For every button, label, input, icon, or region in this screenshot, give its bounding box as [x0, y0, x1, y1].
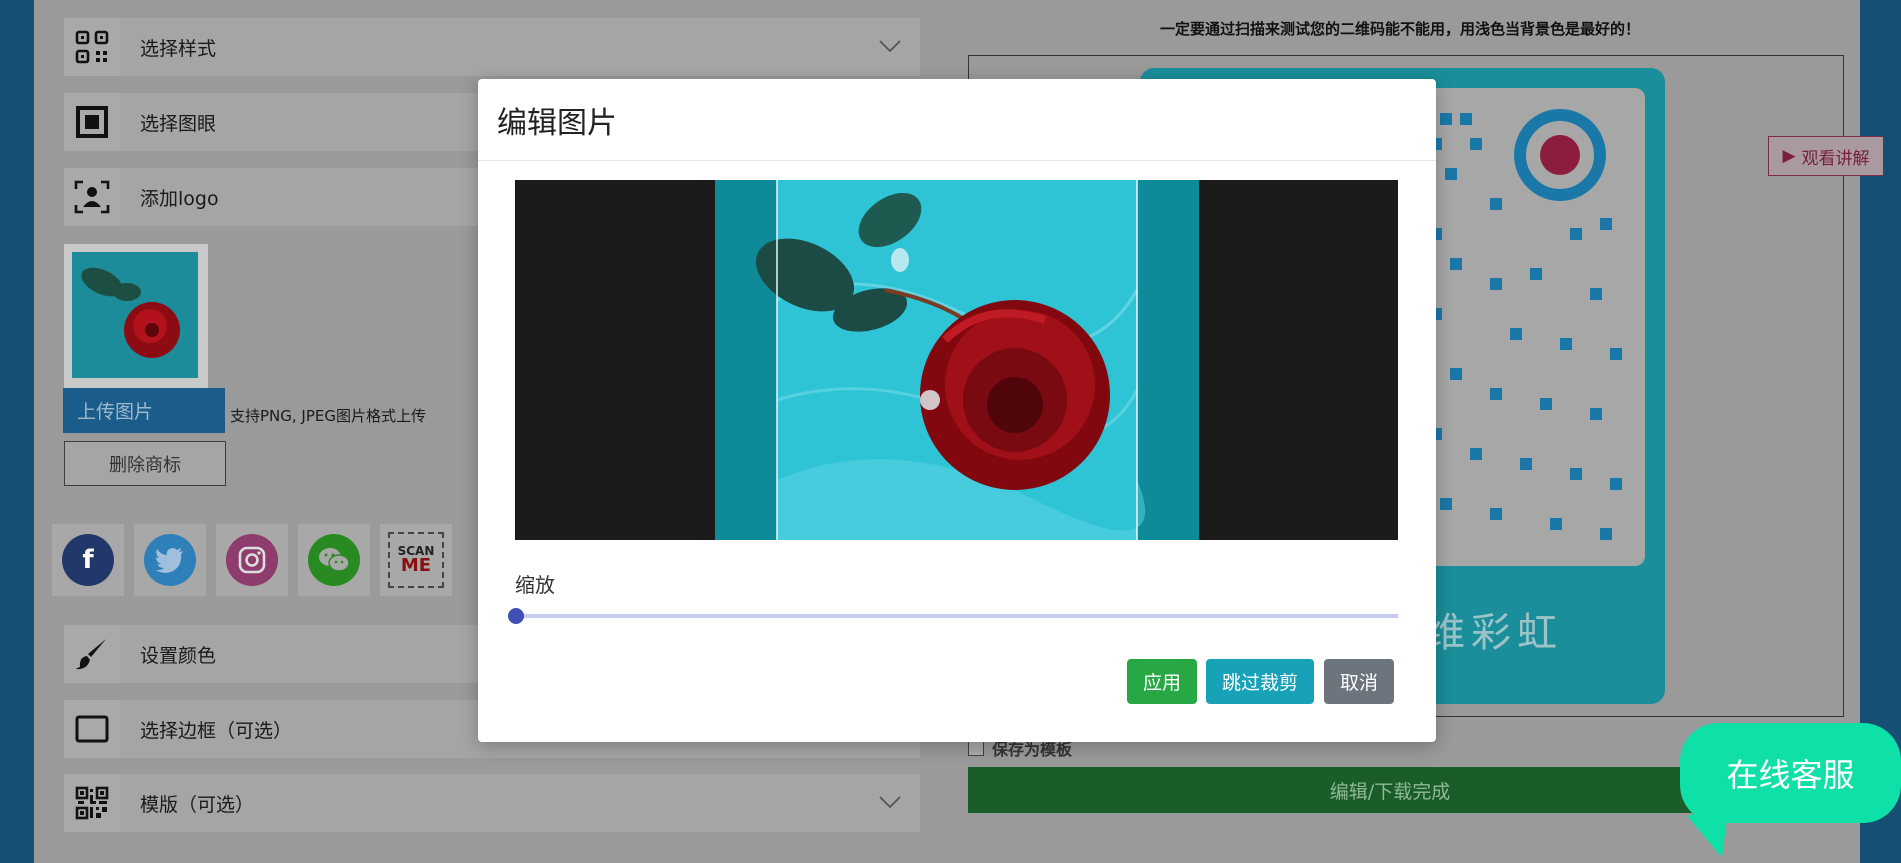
accordion-label: 模版（可选）	[140, 793, 255, 816]
social-logo-presets: f SCAN ME	[52, 524, 452, 596]
social-preset-facebook[interactable]: f	[52, 524, 124, 596]
scan-test-hint: 一定要通过扫描来测试您的二维码能不能用，用浅色当背景色是最好的！	[1160, 20, 1641, 38]
rose-logo-thumbnail	[72, 252, 198, 378]
accordion-template[interactable]: 模版（可选）	[64, 774, 920, 832]
wechat-icon	[308, 534, 360, 586]
social-preset-twitter[interactable]	[134, 524, 206, 596]
cancel-button[interactable]: 取消	[1324, 659, 1394, 704]
logo-preview	[64, 244, 208, 388]
accordion-select-style[interactable]: 选择样式	[64, 18, 920, 76]
qr-style-icon	[64, 18, 120, 76]
skip-crop-button[interactable]: 跳过裁剪	[1206, 659, 1314, 704]
apply-button[interactable]: 应用	[1127, 659, 1197, 704]
qr-template-icon	[64, 774, 120, 832]
modal-header: 编辑图片	[478, 79, 1436, 161]
social-preset-scan-me[interactable]: SCAN ME	[380, 524, 452, 596]
chevron-down-icon	[879, 40, 901, 53]
facebook-icon: f	[62, 534, 114, 586]
play-icon: ▶	[1782, 146, 1796, 166]
save-template-checkbox[interactable]	[968, 740, 984, 756]
accordion-label: 添加logo	[140, 187, 219, 210]
social-preset-instagram[interactable]	[216, 524, 288, 596]
image-crop-area[interactable]	[515, 180, 1398, 540]
scan-me-icon: SCAN ME	[388, 532, 444, 588]
chevron-down-icon	[879, 796, 901, 809]
zoom-label: 缩放	[515, 573, 555, 597]
accordion-label: 选择边框（可选）	[140, 719, 293, 742]
social-preset-wechat[interactable]	[298, 524, 370, 596]
twitter-icon	[144, 534, 196, 586]
brush-icon	[64, 625, 120, 683]
qr-eye-icon	[64, 93, 120, 151]
qr-caption: 维彩虹	[1425, 610, 1563, 656]
upload-image-button[interactable]: 上传图片	[63, 388, 225, 433]
scan-me-line2: ME	[400, 555, 432, 576]
zoom-slider-track[interactable]	[515, 614, 1398, 618]
accordion-label: 设置颜色	[140, 644, 217, 667]
instagram-icon	[226, 534, 278, 586]
online-support-button[interactable]: 在线客服	[1680, 723, 1901, 823]
watch-tutorial-button[interactable]: ▶ 观看讲解	[1768, 136, 1884, 176]
user-frame-icon	[64, 168, 120, 226]
watch-tutorial-label: 观看讲解	[1801, 148, 1870, 169]
crop-image-canvas	[515, 180, 1398, 540]
modal-title: 编辑图片	[497, 105, 617, 141]
accordion-label: 选择图眼	[140, 112, 217, 135]
accordion-label: 选择样式	[140, 37, 217, 60]
edit-image-modal: 编辑图片 缩放 应用 跳过裁剪 取消	[478, 79, 1436, 742]
upload-format-hint: 支持PNG, JPEG图片格式上传	[230, 407, 426, 425]
frame-icon	[64, 700, 120, 758]
delete-logo-button[interactable]: 删除商标	[64, 441, 226, 486]
zoom-slider-handle[interactable]	[508, 608, 524, 624]
page-edge-left	[0, 0, 34, 863]
